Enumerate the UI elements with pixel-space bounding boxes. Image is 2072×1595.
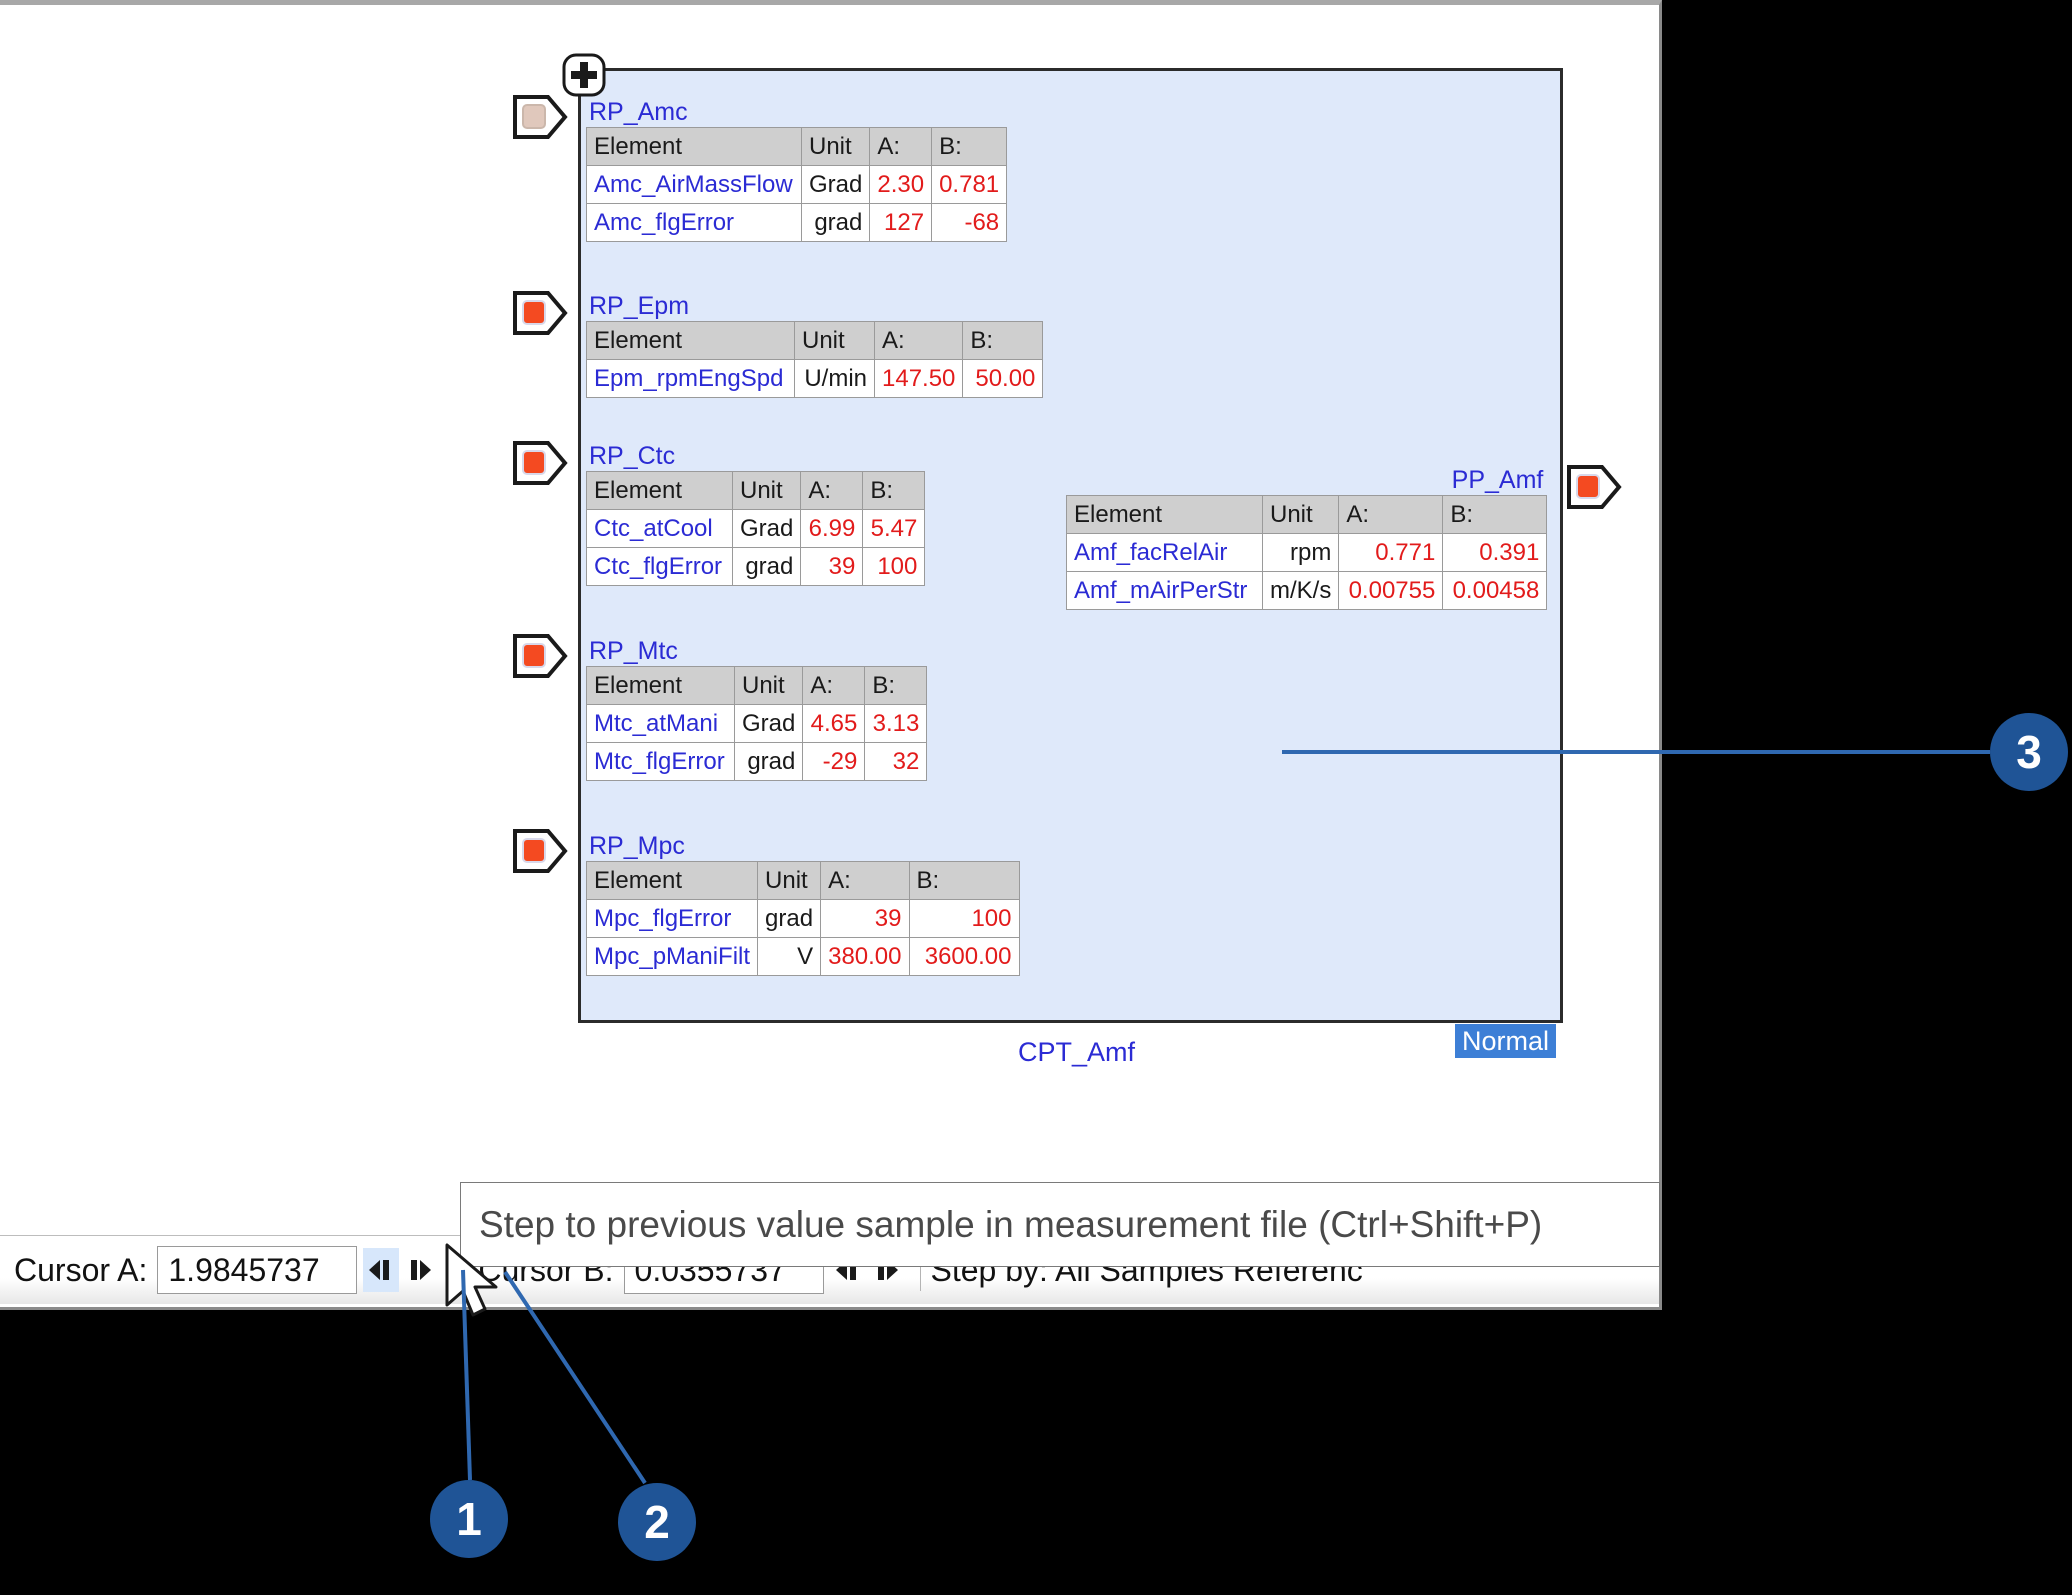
annotation-callout-2: 2 <box>618 1483 696 1561</box>
annotation-number: 1 <box>456 1492 482 1546</box>
annotation-callout-1: 1 <box>430 1480 508 1558</box>
annotation-callout-3: 3 <box>1990 713 2068 791</box>
annotation-number: 2 <box>644 1495 670 1549</box>
annotation-leader-lines <box>0 0 2072 1595</box>
annotation-number: 3 <box>2016 725 2042 779</box>
